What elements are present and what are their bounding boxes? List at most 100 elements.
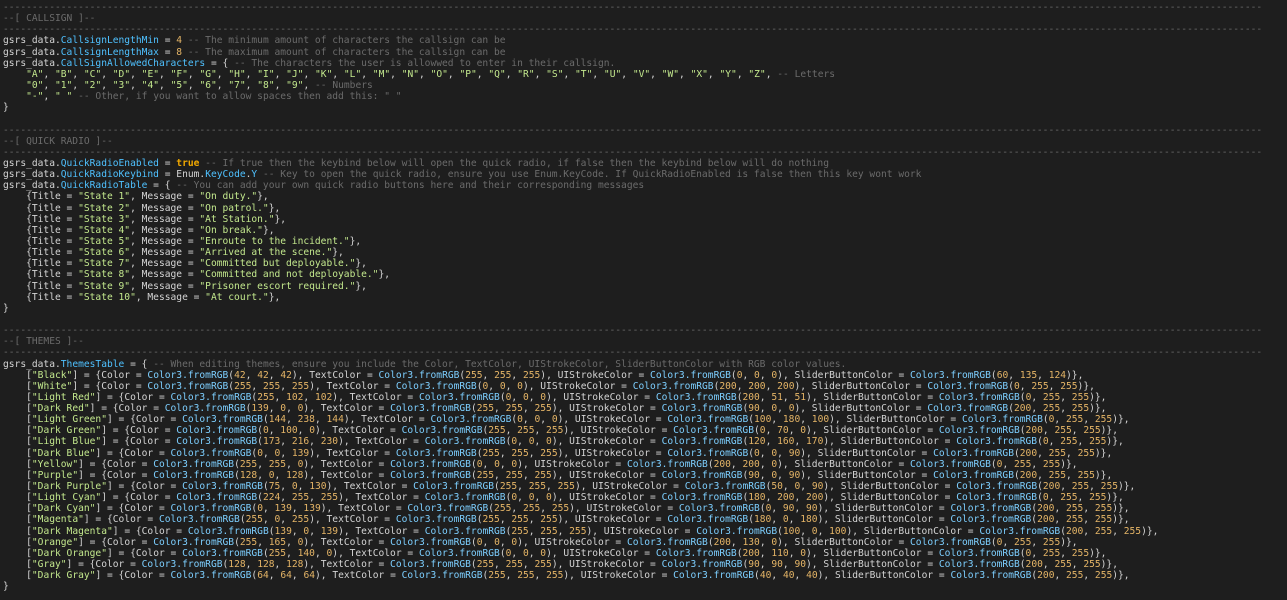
code-token: ), SliderButtonColor = — [823, 492, 957, 504]
code-line[interactable]: ----------------------------------------… — [0, 147, 1287, 158]
code-token: , — [650, 68, 662, 80]
code-line[interactable]: ["Light Blue"] = {Color = Color3.fromRGB… — [0, 436, 1287, 447]
code-token: "Q" — [488, 68, 506, 80]
code-line[interactable]: ["Black"] = {Color = Color3.fromRGB(42, … — [0, 370, 1287, 381]
code-token: 255 — [1042, 391, 1061, 403]
code-line[interactable]: ["Magenta"] = {Color = Color3.fromRGB(25… — [0, 514, 1287, 525]
code-line[interactable]: gsrs_data.QuickRadioTable = { -- You can… — [0, 180, 1287, 191]
code-line[interactable]: --[ CALLSIGN ]-- — [0, 13, 1287, 24]
code-line[interactable]: } — [0, 581, 1287, 592]
code-token: , — [1002, 458, 1015, 470]
code-token: ThemesTable — [60, 358, 125, 370]
code-token: 255 — [1042, 536, 1061, 548]
code-line[interactable]: {Title = "State 5", Message = "Enroute t… — [0, 236, 1287, 247]
code-token: }, — [268, 202, 281, 214]
code-line[interactable]: } — [0, 102, 1287, 113]
code-line[interactable]: {Title = "State 3", Message = "At Statio… — [0, 214, 1287, 225]
code-token: 255 — [1042, 547, 1061, 559]
code-line[interactable]: "A", "B", "C", "D", "E", "F", "G", "H", … — [0, 69, 1287, 80]
code-editor[interactable]: ----------------------------------------… — [0, 0, 1287, 592]
code-line[interactable]: gsrs_data.CallSignAllowedCharacters = { … — [0, 58, 1287, 69]
code-line[interactable]: ["Yellow"] = {Color = Color3.fromRGB(255… — [0, 459, 1287, 470]
code-token: Color3.fromRGB — [950, 514, 1032, 526]
code-token: , — [730, 536, 743, 548]
code-line[interactable]: ----------------------------------------… — [0, 347, 1287, 358]
code-line[interactable]: ["Gray"] = {Color = Color3.fromRGB(128, … — [0, 559, 1287, 570]
code-line[interactable]: ["White"] = {Color = Color3.fromRGB(255,… — [0, 381, 1287, 392]
code-token: 90 — [794, 559, 807, 571]
code-token: , — [280, 380, 292, 392]
code-token: 51 — [771, 391, 783, 403]
code-line[interactable] — [0, 113, 1287, 124]
code-line[interactable]: ----------------------------------------… — [0, 325, 1287, 336]
code-line[interactable]: "0", "1", "2", "3", "4", "5", "6", "7", … — [0, 80, 1287, 91]
code-token: }, — [355, 280, 367, 292]
code-line[interactable]: {Title = "State 7", Message = "Committed… — [0, 258, 1287, 269]
code-line[interactable]: ----------------------------------------… — [0, 125, 1287, 136]
code-token: , — [771, 414, 783, 426]
code-token: Color3.fromRGB — [153, 469, 235, 481]
code-line[interactable]: ["Purple"] = {Color = Color3.fromRGB(128… — [0, 470, 1287, 481]
code-line[interactable]: gsrs_data.QuickRadioKeybind = Enum.KeyCo… — [0, 169, 1287, 180]
code-line[interactable]: {Title = "State 4", Message = "On break.… — [0, 225, 1287, 236]
code-token: -- When editing themes, ensure you inclu… — [153, 358, 847, 370]
code-token: Color3.fromRGB — [147, 369, 229, 381]
code-line[interactable]: ["Dark Purple"] = {Color = Color3.fromRG… — [0, 481, 1287, 492]
code-line[interactable]: --[ THEMES ]-- — [0, 336, 1287, 347]
code-line[interactable]: gsrs_data.CallsignLengthMin = 4 -- The m… — [0, 35, 1287, 46]
code-line[interactable]: ["Dark Cyan"] = {Color = Color3.fromRGB(… — [0, 503, 1287, 514]
code-line[interactable]: ["Dark Red"] = {Color = Color3.fromRGB(1… — [0, 403, 1287, 414]
code-token: , — [280, 436, 292, 448]
code-line[interactable]: {Title = "State 2", Message = "On patrol… — [0, 203, 1287, 214]
code-token: Color3.fromRGB — [933, 447, 1014, 459]
code-line[interactable]: ["Dark Orange"] = {Color = Color3.fromRG… — [0, 548, 1287, 559]
code-token: ), UIStrokeColor = — [551, 492, 662, 504]
code-line[interactable]: ["Dark Magenta"] = {Color = Color3.fromR… — [0, 526, 1287, 537]
code-token: , — [274, 391, 287, 403]
code-line[interactable]: {Title = "State 6", Message = "Arrived a… — [0, 247, 1287, 258]
code-token: gsrs_data. — [3, 57, 61, 69]
code-line[interactable]: ["Dark Green"] = {Color = Color3.fromRGB… — [0, 425, 1287, 436]
code-line[interactable]: ----------------------------------------… — [0, 24, 1287, 35]
code-line[interactable]: ["Light Red"] = {Color = Color3.fromRGB(… — [0, 392, 1287, 403]
code-token: , — [499, 514, 512, 526]
code-line[interactable]: ["Light Green"] = {Color = Color3.fromRG… — [0, 414, 1287, 425]
code-token: , — [286, 547, 298, 559]
code-line[interactable]: ["Dark Blue"] = {Color = Color3.fromRGB(… — [0, 448, 1287, 459]
code-line[interactable]: {Title = "State 10", Message = "At court… — [0, 292, 1287, 303]
code-token: Color3.fromRGB — [938, 391, 1020, 403]
code-line[interactable]: "-", " " -- Other, if you want to allow … — [0, 91, 1287, 102]
code-line[interactable]: {Title = "State 9", Message = "Prisoner … — [0, 281, 1287, 292]
code-line[interactable]: gsrs_data.CallsignLengthMax = 8 -- The m… — [0, 47, 1287, 58]
code-token: , — [494, 403, 506, 415]
code-token: )}, — [1094, 469, 1113, 481]
code-token: , — [505, 380, 518, 392]
code-line[interactable] — [0, 314, 1287, 325]
code-line[interactable]: gsrs_data.ThemesTable = { -- When editin… — [0, 359, 1287, 370]
code-token: ), SliderButtonColor = — [794, 403, 928, 415]
code-token: 120 — [748, 436, 766, 448]
code-line[interactable]: ----------------------------------------… — [0, 2, 1287, 13]
code-token: , — [291, 570, 304, 582]
code-token: , — [1066, 447, 1078, 459]
code-line[interactable]: {Title = "State 1", Message = "On duty."… — [0, 191, 1287, 202]
code-token: ), SliderButtonColor = — [806, 425, 939, 437]
code-token: } — [3, 102, 9, 114]
code-token: , — [742, 369, 755, 381]
code-line[interactable]: ["Orange"] = {Color = Color3.fromRGB(255… — [0, 537, 1287, 548]
code-token: QuickRadioTable — [60, 180, 148, 192]
code-token: , Message = — [130, 269, 200, 281]
code-token: Color3.fromRGB — [626, 458, 708, 470]
code-token: 139 — [274, 525, 292, 537]
code-token: , — [1031, 547, 1043, 559]
code-line[interactable]: ["Light Cyan"] = {Color = Color3.fromRGB… — [0, 492, 1287, 503]
code-line[interactable]: } — [0, 303, 1287, 314]
code-token: } — [3, 581, 9, 593]
code-token: , — [765, 492, 778, 504]
code-line[interactable]: gsrs_data.QuickRadioEnabled = true -- If… — [0, 158, 1287, 169]
code-line[interactable]: ["Dark Gray"] = {Color = Color3.fromRGB(… — [0, 570, 1287, 581]
code-token: {Title = — [3, 291, 79, 303]
code-line[interactable]: {Title = "State 8", Message = "Committed… — [0, 269, 1287, 280]
code-line[interactable]: --[ QUICK RADIO ]-- — [0, 136, 1287, 147]
code-token: ), SliderButtonColor = — [817, 514, 951, 526]
